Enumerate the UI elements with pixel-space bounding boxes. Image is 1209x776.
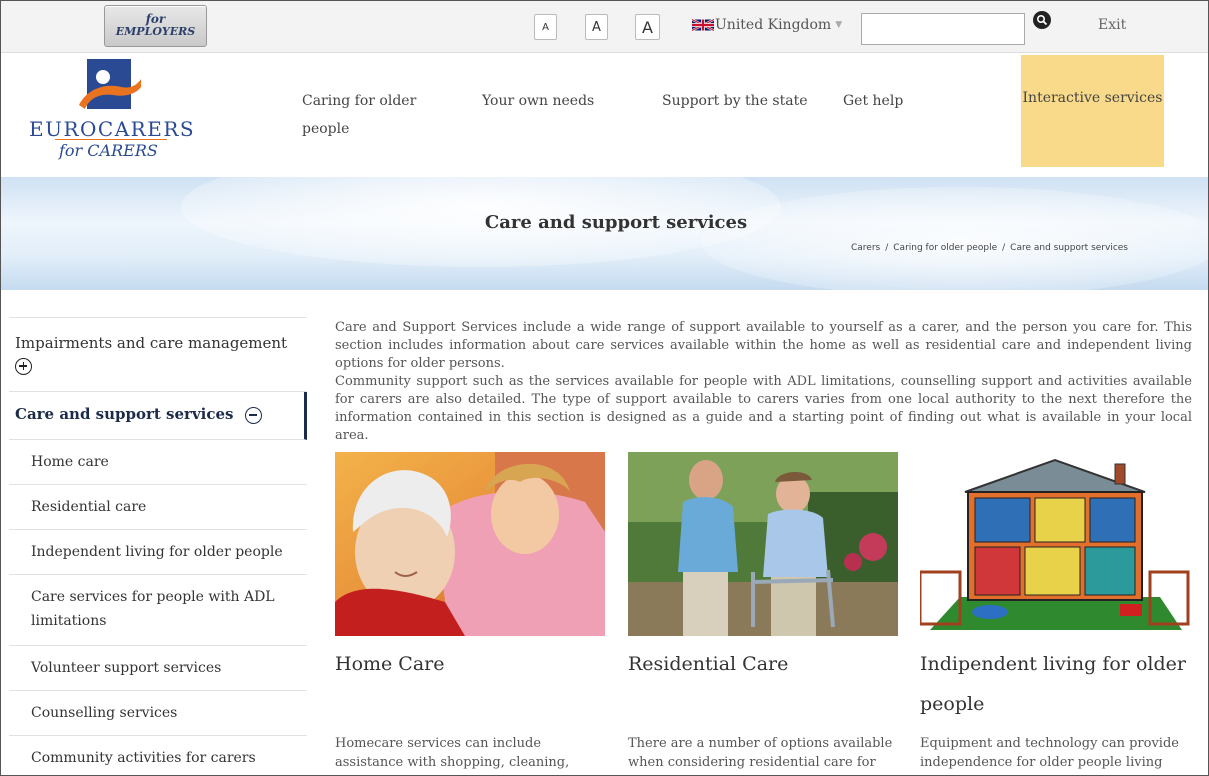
card-title[interactable]: Home Care — [335, 644, 605, 684]
intro-paragraph-2: Community support such as the services a… — [335, 374, 1192, 443]
font-size-medium-button[interactable]: A — [585, 14, 608, 40]
nav-caring-for-older-people[interactable]: Caring for older people — [302, 87, 432, 143]
nav-support-by-the-state[interactable]: Support by the state — [662, 87, 808, 115]
country-selector[interactable]: United Kingdom ▼ — [692, 17, 842, 33]
card-text: Equipment and technology can provide ind… — [920, 736, 1179, 770]
sidebar-item-label: Care and support services — [15, 405, 234, 423]
eurocarers-logo[interactable]: EUROCARERS for CARERS — [29, 55, 199, 165]
independent-living-image[interactable] — [920, 452, 1190, 636]
residential-care-image[interactable] — [628, 452, 898, 636]
sidebar-nav: Impairments and care management Care and… — [9, 317, 307, 776]
card-home-care: Home Care Homecare services can include … — [335, 452, 605, 770]
logo-mark-icon — [79, 59, 141, 109]
breadcrumb-caring-for-older-people[interactable]: Caring for older people — [893, 243, 997, 253]
font-size-small-button[interactable]: A — [534, 14, 557, 40]
sidebar-item-impairments[interactable]: Impairments and care management — [9, 317, 307, 392]
font-size-large-button[interactable]: A — [635, 14, 660, 40]
page-banner: Care and support services Carers / Caring … — [1, 177, 1208, 290]
sidebar-item-adl-limitations[interactable]: Care services for people with ADL limita… — [9, 575, 307, 646]
for-employers-button[interactable]: for EMPLOYERS — [104, 5, 207, 47]
site-header: EUROCARERS for CARERS Caring for older p… — [1, 53, 1208, 177]
card-text: Homecare services can include assistance… — [335, 736, 570, 770]
search-icon[interactable] — [1033, 11, 1051, 29]
top-utility-bar: for EMPLOYERS A A A United Kingdom ▼ Exi… — [1, 1, 1208, 53]
sidebar-item-home-care[interactable]: Home care — [9, 440, 307, 485]
logo-divider — [55, 139, 167, 140]
chevron-down-icon: ▼ — [835, 20, 843, 30]
nav-interactive-services[interactable]: Interactive services — [1021, 55, 1164, 167]
sidebar-item-counselling[interactable]: Counselling services — [9, 691, 307, 736]
sidebar-item-community-activities[interactable]: Community activities for carers — [9, 736, 307, 776]
card-residential-care: Residential Care There are a number of o… — [628, 452, 898, 770]
card-title[interactable]: Residential Care — [628, 644, 898, 684]
country-label: United Kingdom — [715, 17, 832, 33]
sidebar-item-care-and-support-services[interactable]: Care and support services — [9, 392, 307, 440]
elderly-man-walker-photo — [628, 452, 898, 636]
logo-title: EUROCARERS — [29, 117, 196, 141]
employers-button-line2: EMPLOYERS — [115, 25, 196, 38]
exit-link[interactable]: Exit — [1098, 17, 1126, 33]
sidebar-item-independent-living[interactable]: Independent living for older people — [9, 530, 307, 575]
expand-plus-icon[interactable] — [15, 357, 32, 375]
card-title[interactable]: Indipendent living for older people — [920, 644, 1190, 724]
nav-your-own-needs[interactable]: Your own needs — [482, 87, 594, 115]
page-title: Care and support services — [484, 212, 748, 233]
home-care-image[interactable] — [335, 452, 605, 636]
breadcrumb-carers[interactable]: Carers — [851, 243, 880, 253]
search-input[interactable] — [861, 13, 1025, 45]
nav-get-help[interactable]: Get help — [843, 87, 903, 115]
house-cutaway-illustration — [920, 452, 1190, 636]
collapse-minus-icon[interactable] — [244, 406, 262, 424]
card-text: There are a number of options available … — [628, 736, 893, 770]
sidebar-item-label: Impairments and care management — [15, 334, 288, 352]
card-independent-living: Indipendent living for older people Equi… — [920, 452, 1190, 770]
uk-flag-icon — [692, 18, 714, 32]
sidebar-item-residential-care[interactable]: Residential care — [9, 485, 307, 530]
intro-paragraph-1: Care and Support Services include a wide… — [335, 320, 1192, 371]
elderly-woman-carer-photo — [335, 452, 605, 636]
breadcrumb: Carers / Caring for older people / Care and … — [850, 243, 1128, 253]
breadcrumb-current: Care and support services — [1010, 243, 1128, 253]
logo-subtitle: for CARERS — [59, 141, 158, 160]
sidebar-item-volunteer-support[interactable]: Volunteer support services — [9, 646, 307, 691]
intro-text: Care and Support Services include a wide… — [335, 319, 1192, 445]
